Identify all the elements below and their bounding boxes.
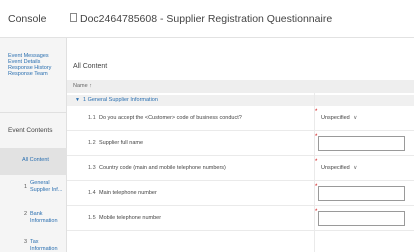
table-row: 1.3 Country code (main and mobile teleph… [67,156,414,181]
table-row: 1.1 Do you accept the <Customer> code of… [67,106,414,131]
top-bar: Console Doc2464785608 - Supplier Registr… [0,0,414,38]
section-row-general-supplier[interactable]: ▼ 1 General Supplier Information [67,95,414,106]
page-title: Doc2464785608 - Supplier Registration Qu… [80,13,333,25]
sidebar-item-number: 2 [24,211,28,217]
sidebar-item-number: 1 [24,184,28,190]
question-number: 1.1 [88,115,96,121]
main-content: All Content Name ↑ ▼ 1 General Supplier … [67,38,414,252]
sidebar-divider [0,112,67,113]
chevron-down-icon: ∨ [353,115,358,121]
console-title[interactable]: Console [8,13,47,25]
required-marker: * [315,209,318,215]
country-code-select[interactable]: Unspecified ∨ [318,163,360,174]
chevron-down-icon[interactable]: ▼ [75,97,80,103]
name-column-label[interactable]: Name ↑ [73,83,92,89]
section-label[interactable]: 1 General Supplier Information [83,97,158,103]
table-row: 1.2 Supplier full name * [67,131,414,156]
required-marker: * [315,134,318,140]
mobile-telephone-field[interactable] [318,211,405,226]
table-row: 1.4 Main telephone number * [67,181,414,206]
table-row: 1.5 Mobile telephone number * [67,206,414,231]
code-of-conduct-select[interactable]: Unspecified ∨ [318,113,360,124]
main-telephone-field[interactable] [318,186,405,201]
question-text: Main telephone number [99,190,157,196]
content-heading: All Content [73,63,108,70]
required-marker: * [315,159,318,165]
question-number: 1.2 [88,140,96,146]
question-text: Mobile telephone number [99,215,162,221]
sidebar-item-all-content-label[interactable]: All Content [22,157,49,163]
supplier-name-field[interactable] [318,136,405,151]
question-text: Supplier full name [99,140,144,146]
sidebar-link-response-team[interactable]: Response Team [8,71,48,77]
select-value: Unspecified [321,115,350,121]
chevron-down-icon: ∨ [353,165,358,171]
sidebar: Event Messages Event Details Response Hi… [0,38,67,252]
required-marker: * [315,109,318,115]
required-marker: * [315,184,318,190]
question-number: 1.4 [88,190,96,196]
question-text: Do you accept the <Customer> code of bus… [99,115,242,121]
sidebar-item-number: 3 [24,239,28,245]
sidebar-item-tax-information[interactable]: Tax Information [30,239,64,252]
question-number: 1.3 [88,165,96,171]
sidebar-section-event-contents[interactable]: Event Contents [8,127,52,134]
name-column-header[interactable]: Name ↑ [67,80,414,93]
question-text: Country code (main and mobile telephone … [99,165,226,171]
select-value: Unspecified [321,165,350,171]
sidebar-item-general-supplier[interactable]: General Supplier Inf... [30,180,64,194]
document-icon [70,13,77,22]
question-number: 1.5 [88,215,96,221]
sidebar-item-bank-information[interactable]: Bank Information [30,211,64,225]
